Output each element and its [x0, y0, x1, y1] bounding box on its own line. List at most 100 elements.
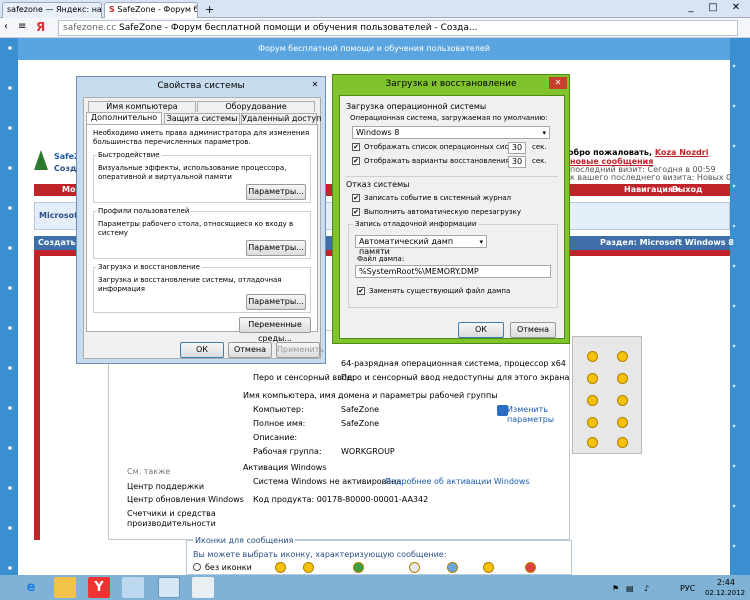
- address-bar-row: ‹ ≡ Я safezone.cc SafeZone - Форум беспл…: [0, 18, 750, 38]
- username-link[interactable]: Koza Nozdri: [655, 148, 709, 157]
- tray-network-icon[interactable]: ▤: [626, 584, 634, 593]
- message-icon-option[interactable]: [275, 562, 286, 573]
- tab-computer-name[interactable]: Имя компьютера: [88, 101, 196, 112]
- explorer-icon[interactable]: [54, 577, 76, 598]
- no-icon-label: без иконки: [205, 563, 252, 572]
- tab-advanced[interactable]: Дополнительно: [86, 112, 162, 124]
- debug-info-select[interactable]: Автоматический дамп памяти ▾: [355, 235, 487, 256]
- page-title: SafeZone - Форум бесплатной помощи и обу…: [119, 23, 478, 33]
- address-host: safezone.cc: [63, 23, 117, 33]
- show-recovery-seconds[interactable]: 30: [508, 156, 526, 168]
- tray-flag-icon[interactable]: ⚑: [612, 584, 619, 593]
- boot-settings-button[interactable]: Параметры...: [246, 294, 306, 310]
- overwrite-checkbox[interactable]: ✔: [357, 287, 365, 295]
- smiley-panel: [572, 336, 642, 454]
- dialog-title: Загрузка и восстановление: [385, 79, 517, 89]
- tab-safezone[interactable]: S SafeZone - Форум бесп: [104, 2, 198, 18]
- smiley-icon[interactable]: [617, 395, 628, 406]
- minimize-button[interactable]: _: [680, 0, 702, 16]
- profiles-settings-button[interactable]: Параметры...: [246, 240, 306, 256]
- close-window-button[interactable]: ✕: [725, 0, 747, 16]
- fullname-label: Полное имя:: [253, 419, 306, 428]
- profiles-group: Профили пользователей Параметры рабочего…: [93, 207, 311, 259]
- dialog-title: Свойства системы: [157, 81, 245, 91]
- tree-icon: [34, 150, 48, 170]
- change-params-link[interactable]: Изменить параметры: [507, 405, 559, 425]
- yandex-browser-icon[interactable]: Y: [88, 577, 110, 598]
- smiley-icon[interactable]: [587, 417, 598, 428]
- boot-recovery-dialog: Загрузка и восстановление ✕ Загрузка опе…: [332, 74, 570, 344]
- ok-button[interactable]: ОК: [180, 342, 224, 358]
- show-list-seconds[interactable]: 30: [508, 142, 526, 154]
- message-icon-option[interactable]: [353, 562, 364, 573]
- smiley-icon[interactable]: [617, 351, 628, 362]
- tab-hardware[interactable]: Оборудование: [197, 101, 315, 112]
- perf-link[interactable]: Счетчики и средства производительности: [127, 509, 227, 529]
- message-icon-option[interactable]: [525, 562, 536, 573]
- debug-info-title: Запись отладочной информации: [353, 220, 479, 228]
- address-input[interactable]: safezone.cc SafeZone - Форум бесплатной …: [58, 20, 738, 36]
- seconds-label: сек.: [532, 143, 547, 151]
- tab-remote-access[interactable]: Удаленный доступ: [241, 113, 321, 124]
- tab-yandex[interactable]: safezone — Яндекс: нашлось: [2, 2, 102, 18]
- divider: [346, 176, 558, 177]
- cancel-button[interactable]: Отмена: [228, 342, 272, 358]
- description-label: Описание:: [253, 433, 298, 442]
- message-icon-option[interactable]: [447, 562, 458, 573]
- tab-system-protection[interactable]: Защита системы: [164, 113, 240, 124]
- yandex-icon[interactable]: Я: [36, 20, 45, 34]
- language-indicator[interactable]: РУС: [680, 584, 695, 593]
- menu-icon[interactable]: ≡: [18, 21, 30, 33]
- performance-settings-button[interactable]: Параметры...: [246, 184, 306, 200]
- ok-button[interactable]: ОК: [458, 322, 504, 338]
- see-also-label: См. также: [127, 467, 171, 476]
- default-os-select[interactable]: Windows 8 ▾: [352, 126, 550, 139]
- windows-update-link[interactable]: Центр обновления Windows: [127, 495, 244, 504]
- pictures-icon[interactable]: [122, 577, 144, 598]
- show-recovery-checkbox[interactable]: ✔: [352, 157, 360, 165]
- write-event-checkbox[interactable]: ✔: [352, 194, 360, 202]
- chevron-down-icon: ▾: [479, 238, 483, 246]
- debug-info-group: Запись отладочной информации Автоматичес…: [348, 220, 558, 308]
- ie-icon[interactable]: e: [20, 577, 42, 598]
- tray-volume-icon[interactable]: ♪: [644, 584, 649, 593]
- nav-exit[interactable]: Выход: [672, 185, 702, 194]
- os-group-title: Загрузка операционной системы: [346, 102, 487, 111]
- activation-link[interactable]: Подробнее об активации Windows: [385, 477, 530, 486]
- smiley-icon[interactable]: [617, 417, 628, 428]
- tab-label: SafeZone - Форум бесп: [117, 5, 198, 14]
- close-icon[interactable]: ✕: [307, 79, 323, 91]
- smiley-icon[interactable]: [587, 395, 598, 406]
- smiley-icon[interactable]: [587, 437, 598, 448]
- show-list-checkbox[interactable]: ✔: [352, 143, 360, 151]
- environment-variables-button[interactable]: Переменные среды...: [239, 317, 311, 343]
- message-icon-option[interactable]: [303, 562, 314, 573]
- debug-info-value: Автоматический дамп памяти: [359, 237, 454, 256]
- message-icon-option[interactable]: [409, 562, 420, 573]
- maximize-button[interactable]: □: [702, 0, 724, 16]
- clock-date[interactable]: 02.12.2012: [702, 589, 748, 597]
- new-tab-button[interactable]: +: [205, 3, 214, 16]
- arch-value: 64-разрядная операционная система, проце…: [341, 359, 566, 368]
- no-icon-radio[interactable]: [193, 563, 201, 571]
- product-code: Код продукта: 00178-80000-00001-AA342: [253, 495, 429, 504]
- system-icon[interactable]: [158, 577, 180, 598]
- apply-button[interactable]: Применить: [276, 342, 324, 358]
- cancel-button[interactable]: Отмена: [510, 322, 556, 338]
- pen-label: Перо и сенсорный ввод:: [253, 373, 355, 382]
- site-logo[interactable]: SafeZ Созд: [30, 148, 80, 184]
- computer-label: Компьютер:: [253, 405, 304, 414]
- smiley-icon[interactable]: [617, 373, 628, 384]
- clock-time[interactable]: 2:44: [708, 578, 744, 587]
- auto-restart-checkbox[interactable]: ✔: [352, 208, 360, 216]
- close-icon[interactable]: ✕: [549, 77, 567, 89]
- dump-file-input[interactable]: %SystemRoot%\MEMORY.DMP: [355, 265, 551, 278]
- smiley-icon[interactable]: [587, 351, 598, 362]
- back-icon[interactable]: ‹: [4, 21, 16, 33]
- smiley-icon[interactable]: [587, 373, 598, 384]
- control-panel-icon[interactable]: [192, 577, 214, 598]
- dialog-body: Имя компьютера Оборудование Дополнительн…: [83, 97, 324, 359]
- support-center-link[interactable]: Центр поддержки: [127, 482, 204, 491]
- message-icon-option[interactable]: [483, 562, 494, 573]
- smiley-icon[interactable]: [617, 437, 628, 448]
